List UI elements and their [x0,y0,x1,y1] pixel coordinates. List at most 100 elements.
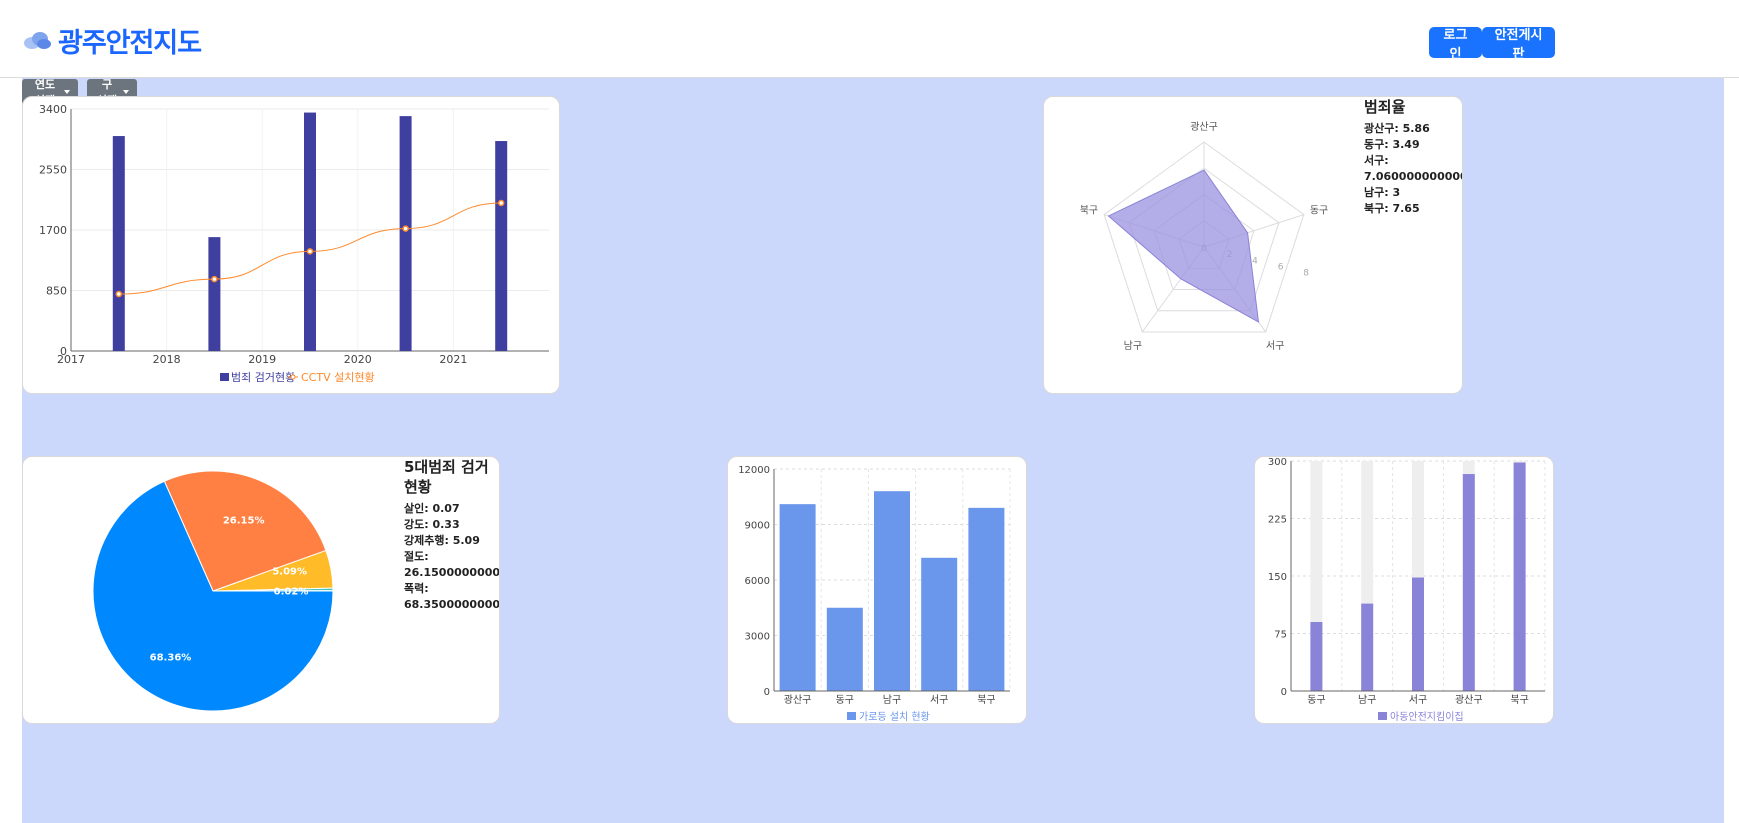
child-safety-chart-card: 0 75 150 225 300 동구 남구 서구 광산구 북구 아동안전지킴이집 [1254,456,1554,724]
five-crimes-title: 5대범죄 검거현황 [404,458,489,496]
legend-swatch [220,373,229,381]
x-tick-label: 북구 [1510,694,1528,706]
y-tick-label: 6000 [745,576,770,587]
x-tick-label: 남구 [1358,694,1376,706]
pie-percent-label: 0.02% [274,586,309,597]
cctv-point [497,199,505,207]
legend-item: 절도: [404,550,429,563]
y-tick-label: 1700 [39,224,67,237]
radar-tick-label: 6 [1278,262,1284,272]
pie-percent-label: 5.09% [272,567,307,578]
crime-rate-title: 범죄율 [1364,98,1406,116]
legend-item: 7.0600000000000005 [1364,170,1462,183]
legend-item: 강도: 0.33 [404,518,460,531]
caret-down-icon [123,90,129,94]
x-tick-label: 남구 [883,694,901,706]
y-tick-label: 225 [1268,515,1287,526]
x-tick-label: 북구 [977,694,995,706]
crime-bar [112,136,125,351]
pie-percent-label: 26.15% [223,515,265,526]
legend-item: 광산구: 5.86 [1364,122,1430,135]
y-tick-label: 3000 [745,632,770,643]
cloud-logo-icon [24,32,51,49]
bar [921,557,958,691]
streetlight-chart-card: 0 3000 6000 9000 12000 광산구 동구 남구 서구 북구가로등 설치 현황 [727,456,1027,724]
x-tick-label: 동구 [836,694,854,706]
crime-bar [208,237,221,351]
y-tick-label: 3400 [39,103,67,116]
radar-tick-label: 8 [1303,269,1309,279]
cctv-point [402,225,409,232]
radar-area [1107,169,1260,323]
bar [968,507,1005,691]
y-tick-label: 9000 [745,521,770,532]
crime-bar [399,116,412,351]
radar-axis-label: 북구 [1080,205,1098,217]
caret-down-icon [64,90,70,94]
crime-bar [304,112,316,351]
login-button[interactable]: 로그인 [1429,27,1482,62]
legend-item: 강제추행: 5.09 [404,534,480,547]
crime-cctv-chart-card: 0 850 1700 2550 3400 2017 2018 2019 2020 2021 범죄 검… [22,96,560,394]
child-safety-bar-chart: 0 75 150 225 300 동구 남구 서구 광산구 북구아동안전지킴이집 [1268,457,1546,723]
legend-item: 남구: 3 [1364,186,1401,199]
legend-label: 가로등 설치 현황 [859,711,930,723]
pie-percent-label: 68.36% [150,652,192,663]
y-tick-label: 0 [764,687,770,698]
legend-label: CCTV 설치현황 [301,371,375,384]
x-tick-label: 2019 [248,353,276,366]
dashboard-area: 연도선택 구 선택 085017002550340020172018201920… [22,78,1724,823]
brand[interactable]: 광주안전지도 [22,22,202,59]
cctv-point [211,275,218,283]
y-tick-label: 75 [1274,630,1287,641]
cctv-point [306,248,314,255]
y-tick-label: 12000 [738,465,770,476]
crime-cctv-chart: 08501700255034002017 2018 2019 2020 2021범죄 검… [39,103,549,384]
radar-axis-label: 서구 [1266,340,1284,352]
y-tick-label: 300 [1268,457,1287,468]
radar-axis-label: 남구 [1124,340,1142,352]
x-tick-label: 2021 [439,353,467,366]
legend-item: 동구: 3.49 [1364,138,1420,151]
y-tick-label: 150 [1268,572,1287,583]
crime-rate-chart-card: 광산구동구서구남구북구02468 범죄율 광산구: 5.86 동구: 3.49 … [1043,96,1463,394]
legend-label: 범죄 검거현황 [231,371,295,384]
five-crimes-legend: 5대범죄 검거현황 살인: 0.07 강도: 0.33 강제추행: 5.09 절… [404,457,500,613]
cctv-point [115,290,123,298]
crime-rate-legend: 범죄율 광산구: 5.86 동구: 3.49 서구: 7.06000000000… [1364,97,1462,217]
legend-swatch [1378,712,1387,720]
x-tick-label: 2018 [153,353,181,366]
bar [826,607,863,691]
legend-item: 폭력: [404,582,429,595]
x-tick-label: 광산구 [784,694,812,706]
bar [1412,577,1424,691]
legend-swatch [290,374,296,380]
x-tick-label: 2020 [344,353,372,366]
x-tick-label: 광산구 [1455,694,1483,706]
bar [779,504,816,691]
legend-item: 살인: 0.07 [404,502,460,515]
legend-swatch [847,712,856,720]
legend-item: 26.150000000000002 [404,566,500,579]
legend-item: 서구: [1364,154,1389,167]
five-crimes-chart-card: 0.02% 5.09% 26.15% 68.36% 5대범죄 검거현황 살인: 0.0… [22,456,500,724]
bar [1513,462,1526,691]
x-tick-label: 서구 [930,694,948,706]
bar [1462,474,1475,691]
app-title: 광주안전지도 [58,27,202,59]
x-tick-label: 동구 [1307,694,1325,706]
radar-axis-label: 동구 [1310,205,1328,217]
radar-tick-label: 4 [1252,256,1258,266]
y-tick-label: 850 [46,285,67,298]
bar [1310,622,1323,691]
legend-item: 북구: 7.65 [1364,202,1420,215]
safety-board-button[interactable]: 안전게시판 [1482,27,1555,62]
radar-axis-label: 광산구 [1190,121,1218,133]
y-tick-label: 2550 [39,164,67,177]
x-tick-label: 서구 [1409,694,1427,706]
streetlight-bar-chart: 0 3000 6000 9000 12000 광산구 동구 남구 서구 북구가로등 설치 현황 [738,465,1011,723]
bar [874,491,910,691]
x-tick-label: 2017 [57,353,85,366]
legend-label: 아동안전지킴이집 [1390,711,1464,723]
legend-item: 68.35000000000001 [404,598,500,611]
